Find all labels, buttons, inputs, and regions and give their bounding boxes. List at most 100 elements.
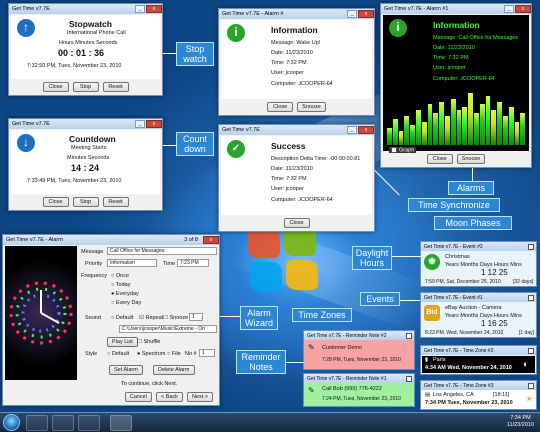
title-bar[interactable]: Get Time v7.7E - Alarm #1 _ x xyxy=(381,4,531,14)
close-button[interactable]: Close xyxy=(42,197,69,207)
delta-time: Description Delta Time: -00:00:00.81 xyxy=(271,156,361,162)
close-icon[interactable]: x xyxy=(203,235,219,244)
timezone3-window: Get Time v7.7E - Time Zone #3 ▤ Los Ange… xyxy=(420,380,537,410)
time-labels: Minutes Seconds xyxy=(67,155,110,161)
title-bar[interactable]: Get Time v7.7E - Reminder Note #2 xyxy=(304,331,414,340)
user: User: jcooper xyxy=(271,70,304,76)
stop-button[interactable]: Stop xyxy=(72,82,99,92)
reset-button[interactable]: Reset xyxy=(102,197,129,207)
heading: Information xyxy=(271,25,318,35)
minimize-button[interactable]: _ xyxy=(347,125,357,134)
title-bar[interactable]: Get Time v7.7E - Alarm 3 of 8x xyxy=(3,235,219,245)
checkbox[interactable] xyxy=(406,375,412,382)
title-bar[interactable]: Get Time v7.7E - Event #1 xyxy=(421,293,536,302)
computer: Computer: JCOOPER-64 xyxy=(271,197,333,203)
offset: [18:11] xyxy=(493,392,510,398)
minimize-button[interactable]: _ xyxy=(347,9,357,18)
title-bar[interactable]: Get Time v7.7E - Time Zone #2 xyxy=(421,346,536,355)
callout-alarm-wizard: Alarm Wizard xyxy=(240,306,278,330)
snooze-button[interactable]: Snooze xyxy=(297,102,326,112)
stopwatch-window: Get Time v7.7E _ x ↑ Stopwatch Internation… xyxy=(8,3,163,96)
close-icon[interactable]: x xyxy=(515,4,531,13)
title-bar[interactable]: Get Time v7.7E - Time Zone #3 xyxy=(421,381,536,390)
reset-button[interactable]: Reset xyxy=(102,82,129,92)
title-bar[interactable]: Get Time v7.7E - Alarm # _ x xyxy=(219,9,374,19)
taskbar-ie-icon[interactable] xyxy=(26,415,48,431)
taskbar-gettime-icon[interactable] xyxy=(110,415,132,431)
number-field[interactable]: 1 xyxy=(199,349,215,357)
windows-logo xyxy=(248,226,320,294)
connector-line xyxy=(392,256,422,257)
note-icon: ✎ xyxy=(308,343,315,352)
title-bar[interactable]: Get Time v7.7E _ x xyxy=(9,119,162,129)
radio-everyday[interactable]: ● Everyday xyxy=(111,291,139,297)
checkbox-shuffle[interactable]: ☐ Shuffle xyxy=(137,339,161,345)
event1-window: Get Time v7.7E - Event #1 Bid eBay Aucti… xyxy=(420,292,537,338)
callout-stopwatch: Stop watch xyxy=(176,42,214,66)
set-alarm-button[interactable]: Set Alarm xyxy=(109,365,143,375)
close-icon[interactable]: x xyxy=(358,9,374,18)
date: Date: 11/23/2010 xyxy=(271,50,313,56)
message-field[interactable]: Call Office for Messages xyxy=(107,247,217,255)
note-date: 7:24 PM, Tues, November 23, 2010 xyxy=(322,396,401,402)
checkbox[interactable] xyxy=(528,294,534,301)
spectrum-bar xyxy=(508,107,514,145)
event-days: [1 day] xyxy=(519,330,535,336)
delete-alarm-button[interactable]: Delete Alarm xyxy=(153,365,195,375)
radio-default[interactable]: ○ Default xyxy=(111,315,133,321)
play-list-button[interactable]: Play List xyxy=(107,337,138,347)
next-button[interactable]: Next > xyxy=(186,392,213,402)
zone-time: 7:34 PM Tues, November 23, 2010 xyxy=(425,400,513,406)
back-button[interactable]: < Back xyxy=(155,392,183,402)
checkbox-snooze[interactable]: ☐ Snooze xyxy=(163,315,188,321)
mp3-path-field[interactable]: C:\Users\jcooper\Music\Extreme - Ori xyxy=(119,325,217,333)
close-icon[interactable]: x xyxy=(146,4,162,13)
radio-file[interactable]: ○ File xyxy=(167,351,181,357)
snooze-field[interactable]: 1 xyxy=(189,313,203,321)
cancel-button[interactable]: Cancel xyxy=(124,392,152,402)
radio-today[interactable]: ○ Today xyxy=(111,282,130,288)
callout-time-sync: Time Synchronize xyxy=(408,198,500,212)
system-clock[interactable]: 7:34 PM 11/23/2010 xyxy=(507,415,534,429)
checkbox[interactable] xyxy=(406,332,412,339)
radio-spectrum[interactable]: ● Spectrum xyxy=(137,351,165,357)
date: Date: 11/23/2010 xyxy=(433,45,475,51)
checkbox[interactable] xyxy=(528,347,534,354)
close-icon[interactable]: x xyxy=(358,125,374,134)
connector-line xyxy=(163,145,177,146)
connector-line xyxy=(286,362,304,363)
checkbox-repeat[interactable]: ☑ Repeat xyxy=(139,315,163,321)
sun-icon: ☀ xyxy=(525,394,534,404)
checkbox[interactable] xyxy=(528,243,534,250)
taskbar-folder-icon[interactable] xyxy=(52,415,74,431)
snooze-button[interactable]: Snooze xyxy=(456,154,486,164)
start-button[interactable] xyxy=(3,414,20,431)
time: Time: 7:32 PM xyxy=(271,176,307,182)
close-button[interactable]: Close xyxy=(267,102,294,112)
stop-button[interactable]: Stop xyxy=(72,197,99,207)
close-button[interactable]: Close xyxy=(426,154,453,164)
radio-once[interactable]: ○ Once xyxy=(111,273,129,279)
title-bar[interactable]: Get Time v7.7E _ x xyxy=(9,4,162,14)
radio-everyday2[interactable]: ○ Every Day xyxy=(111,300,141,306)
timezone2-window: Get Time v7.7E - Time Zone #2 ▮ Paris 4:… xyxy=(420,345,537,375)
taskbar-media-icon[interactable] xyxy=(78,415,100,431)
title-bar[interactable]: Get Time v7.7E _ x xyxy=(219,125,374,135)
title-bar[interactable]: Get Time v7.7E - Event #2 xyxy=(421,242,536,251)
minimize-button[interactable]: _ xyxy=(135,119,145,128)
spectrum-bar xyxy=(398,130,404,145)
radio-style-default[interactable]: ○ Default xyxy=(107,351,129,357)
arrow-up-icon: ↑ xyxy=(17,19,35,37)
minimize-button[interactable]: _ xyxy=(135,4,145,13)
time-field[interactable]: 7:23 PM xyxy=(177,259,209,267)
close-icon[interactable]: x xyxy=(146,119,162,128)
close-button[interactable]: Close xyxy=(283,218,310,228)
minimize-button[interactable]: _ xyxy=(504,4,514,13)
spectrum-bar xyxy=(468,92,473,145)
graph-checkbox[interactable]: Graph xyxy=(389,147,417,154)
close-button[interactable]: Close xyxy=(42,82,69,92)
title-bar[interactable]: Get Time v7.7E - Reminder Note #1 xyxy=(304,374,414,383)
checkbox[interactable] xyxy=(528,382,534,389)
priority-select[interactable]: Information xyxy=(107,259,157,267)
event-days: [32 days] xyxy=(513,279,534,285)
